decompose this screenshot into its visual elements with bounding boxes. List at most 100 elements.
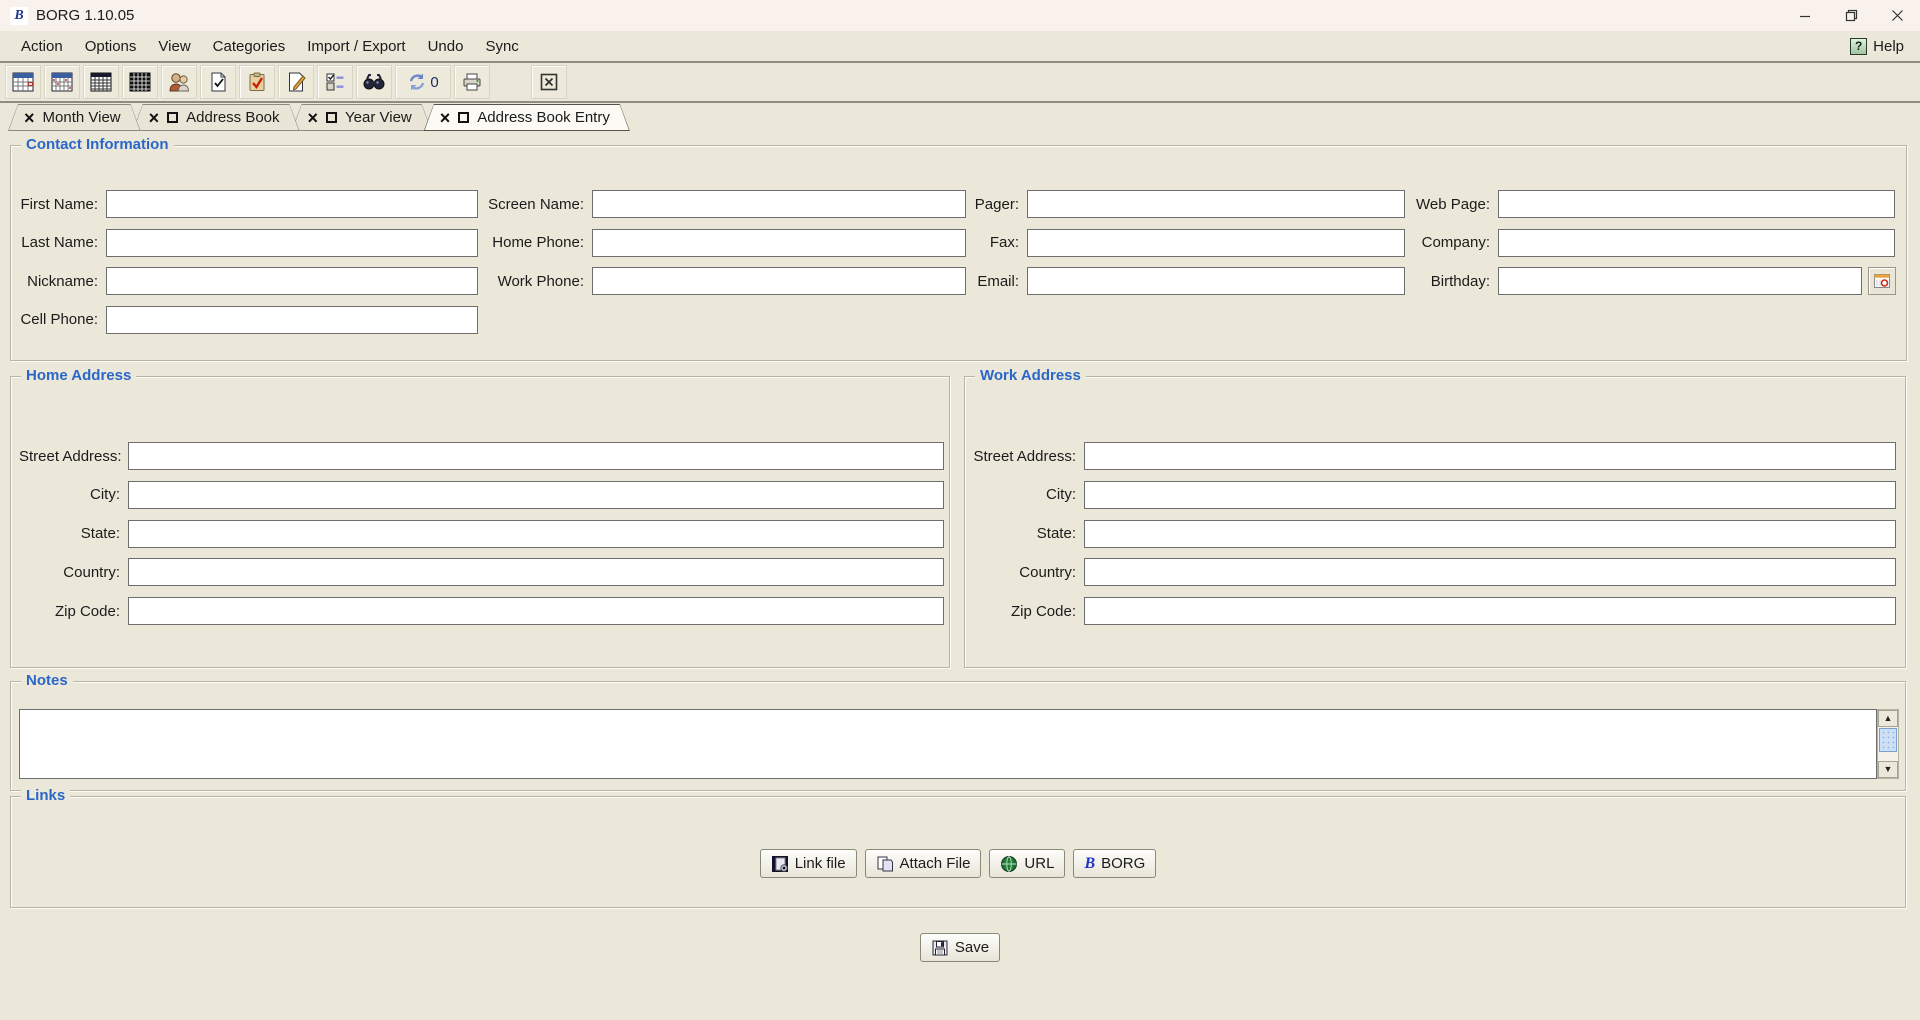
restore-icon <box>1845 9 1858 22</box>
fax-label: Fax: <box>916 234 1019 251</box>
app-icon: B <box>10 7 28 25</box>
work-zip-label: Zip Code: <box>967 603 1076 620</box>
todo-list-icon <box>247 72 267 92</box>
day-view-button[interactable] <box>83 65 119 99</box>
task-list-button[interactable] <box>278 65 314 99</box>
tab-detach-icon[interactable] <box>326 112 337 123</box>
fax-field[interactable] <box>1027 229 1405 257</box>
home-zip-field[interactable] <box>128 597 944 625</box>
nickname-label: Nickname: <box>11 273 98 290</box>
week-view-button[interactable] <box>44 65 80 99</box>
exit-button[interactable] <box>531 65 567 99</box>
cell-phone-field[interactable] <box>106 306 478 334</box>
menu-options[interactable]: Options <box>74 38 148 55</box>
home-street-field[interactable] <box>128 442 944 470</box>
menu-action[interactable]: Action <box>10 38 74 55</box>
notes-scrollbar[interactable]: ▲ ▼ <box>1877 709 1899 779</box>
sync-button[interactable]: 0 <box>395 65 451 99</box>
email-field[interactable] <box>1027 267 1405 295</box>
work-phone-field[interactable] <box>592 267 966 295</box>
tab-close-icon[interactable]: × <box>24 109 35 127</box>
checklist-button[interactable] <box>317 65 353 99</box>
minimize-button[interactable] <box>1782 0 1828 31</box>
work-street-field[interactable] <box>1084 442 1896 470</box>
birthday-field[interactable] <box>1498 267 1862 295</box>
pager-field[interactable] <box>1027 190 1405 218</box>
tab-detach-icon[interactable] <box>458 112 469 123</box>
home-city-field[interactable] <box>128 481 944 509</box>
tab-address-book-entry[interactable]: × Address Book Entry <box>424 104 630 131</box>
scroll-thumb[interactable] <box>1879 728 1897 752</box>
attach-file-button[interactable]: Attach File <box>865 849 982 878</box>
print-button[interactable] <box>454 65 490 99</box>
save-icon <box>931 939 949 957</box>
address-book-button[interactable] <box>161 65 197 99</box>
scroll-track[interactable] <box>1878 753 1898 761</box>
home-phone-label: Home Phone: <box>481 234 584 251</box>
restore-button[interactable] <box>1828 0 1874 31</box>
work-city-field[interactable] <box>1084 481 1896 509</box>
web-page-label: Web Page: <box>1386 196 1490 213</box>
save-button[interactable]: Save <box>920 933 1000 962</box>
attach-file-label: Attach File <box>900 855 971 872</box>
home-state-field[interactable] <box>128 520 944 548</box>
pager-label: Pager: <box>916 196 1019 213</box>
birthday-date-picker-button[interactable] <box>1868 267 1896 295</box>
company-field[interactable] <box>1498 229 1895 257</box>
home-address-title: Home Address <box>21 367 136 384</box>
menu-sync[interactable]: Sync <box>474 38 529 55</box>
new-appointment-button[interactable] <box>200 65 236 99</box>
tab-close-icon[interactable]: × <box>440 109 451 127</box>
month-view-button[interactable] <box>5 65 41 99</box>
tab-close-icon[interactable]: × <box>308 109 319 127</box>
work-state-field[interactable] <box>1084 520 1896 548</box>
menu-help[interactable]: ? Help <box>1850 38 1910 55</box>
birthday-label: Birthday: <box>1386 273 1490 290</box>
borg-link-button[interactable]: B BORG <box>1073 849 1156 878</box>
first-name-field[interactable] <box>106 190 478 218</box>
link-file-label: Link file <box>795 855 846 872</box>
home-street-label: Street Address: <box>19 448 120 465</box>
url-button[interactable]: URL <box>989 849 1065 878</box>
web-page-field[interactable] <box>1498 190 1895 218</box>
menu-view[interactable]: View <box>147 38 201 55</box>
tab-year-view[interactable]: × Year View <box>292 104 432 131</box>
work-zip-field[interactable] <box>1084 597 1896 625</box>
tab-address-book[interactable]: × Address Book <box>133 104 300 131</box>
last-name-label: Last Name: <box>11 234 98 251</box>
notes-field[interactable] <box>19 709 1877 779</box>
year-view-button[interactable] <box>122 65 158 99</box>
scroll-down-button[interactable]: ▼ <box>1878 761 1898 778</box>
save-label: Save <box>955 939 989 956</box>
work-country-label: Country: <box>967 564 1076 581</box>
last-name-field[interactable] <box>106 229 478 257</box>
menu-import-export[interactable]: Import / Export <box>296 38 416 55</box>
tab-bar: × Month View × Address Book × Year View … <box>0 103 1920 131</box>
close-button[interactable] <box>1874 0 1920 31</box>
home-phone-field[interactable] <box>592 229 966 257</box>
menu-categories[interactable]: Categories <box>202 38 297 55</box>
menu-undo[interactable]: Undo <box>417 38 475 55</box>
screen-name-field[interactable] <box>592 190 966 218</box>
work-address-group: Work Address Street Address: City: State… <box>964 376 1906 668</box>
search-button[interactable] <box>356 65 392 99</box>
home-address-group: Home Address Street Address: City: State… <box>10 376 950 668</box>
attach-file-icon <box>876 855 894 873</box>
tab-detach-icon[interactable] <box>167 112 178 123</box>
tab-close-icon[interactable]: × <box>149 109 160 127</box>
nickname-field[interactable] <box>106 267 478 295</box>
todo-list-button[interactable] <box>239 65 275 99</box>
week-view-icon <box>51 72 73 92</box>
link-file-button[interactable]: Link file <box>760 849 857 878</box>
checklist-icon <box>325 72 345 92</box>
window-title: BORG 1.10.05 <box>36 7 134 24</box>
home-country-field[interactable] <box>128 558 944 586</box>
scroll-up-button[interactable]: ▲ <box>1878 710 1898 727</box>
first-name-label: First Name: <box>11 196 98 213</box>
work-country-field[interactable] <box>1084 558 1896 586</box>
link-file-icon <box>771 855 789 873</box>
borg-label: BORG <box>1101 855 1145 872</box>
work-phone-label: Work Phone: <box>481 273 584 290</box>
tab-month-view[interactable]: × Month View <box>8 104 141 131</box>
borg-icon: B <box>1084 855 1095 873</box>
